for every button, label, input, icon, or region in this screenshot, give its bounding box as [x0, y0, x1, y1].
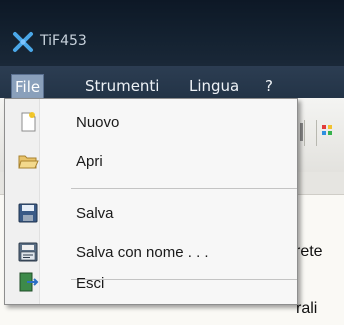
menu-item-label: Salva: [76, 205, 114, 222]
toolbar-color-icon[interactable]: [320, 121, 336, 143]
menu-item-label: Esci: [76, 275, 105, 292]
menu-strumenti[interactable]: Strumenti: [82, 76, 162, 96]
menu-item-label: Apri: [76, 153, 103, 170]
menu-item-label: Nuovo: [76, 114, 120, 131]
new-document-icon: [21, 112, 36, 132]
save-disk-icon: [18, 203, 38, 223]
app-window: TiF453 File Strumenti Lingua ? rete rali…: [0, 0, 344, 325]
toolbar-separator: [316, 120, 317, 146]
menu-item-esci[interactable]: Esci: [5, 262, 297, 294]
menu-file[interactable]: File: [11, 74, 45, 99]
menu-item-nuovo[interactable]: Nuovo: [5, 107, 297, 139]
toolbar-tool-icon[interactable]: [299, 121, 315, 143]
menu-separator: [71, 188, 297, 189]
exit-door-icon: [19, 272, 39, 292]
menu-lingua[interactable]: Lingua: [186, 76, 242, 96]
open-folder-icon: [18, 155, 39, 169]
menu-item-label: Salva con nome . . .: [76, 244, 209, 261]
title-bar: TiF453: [0, 0, 344, 66]
window-title: TiF453: [40, 33, 87, 49]
save-as-icon: [18, 242, 38, 262]
app-logo-icon: [13, 32, 33, 52]
menu-item-apri[interactable]: Apri: [5, 146, 297, 178]
file-menu-dropdown: Nuovo Apri Salva Salva con nome . . . Es…: [4, 98, 298, 305]
background-text: rali: [296, 300, 318, 317]
menu-item-salva[interactable]: Salva: [5, 198, 297, 230]
menu-help[interactable]: ?: [262, 76, 276, 96]
background-text: rete: [295, 243, 323, 260]
menu-bar: File Strumenti Lingua ?: [0, 66, 344, 99]
